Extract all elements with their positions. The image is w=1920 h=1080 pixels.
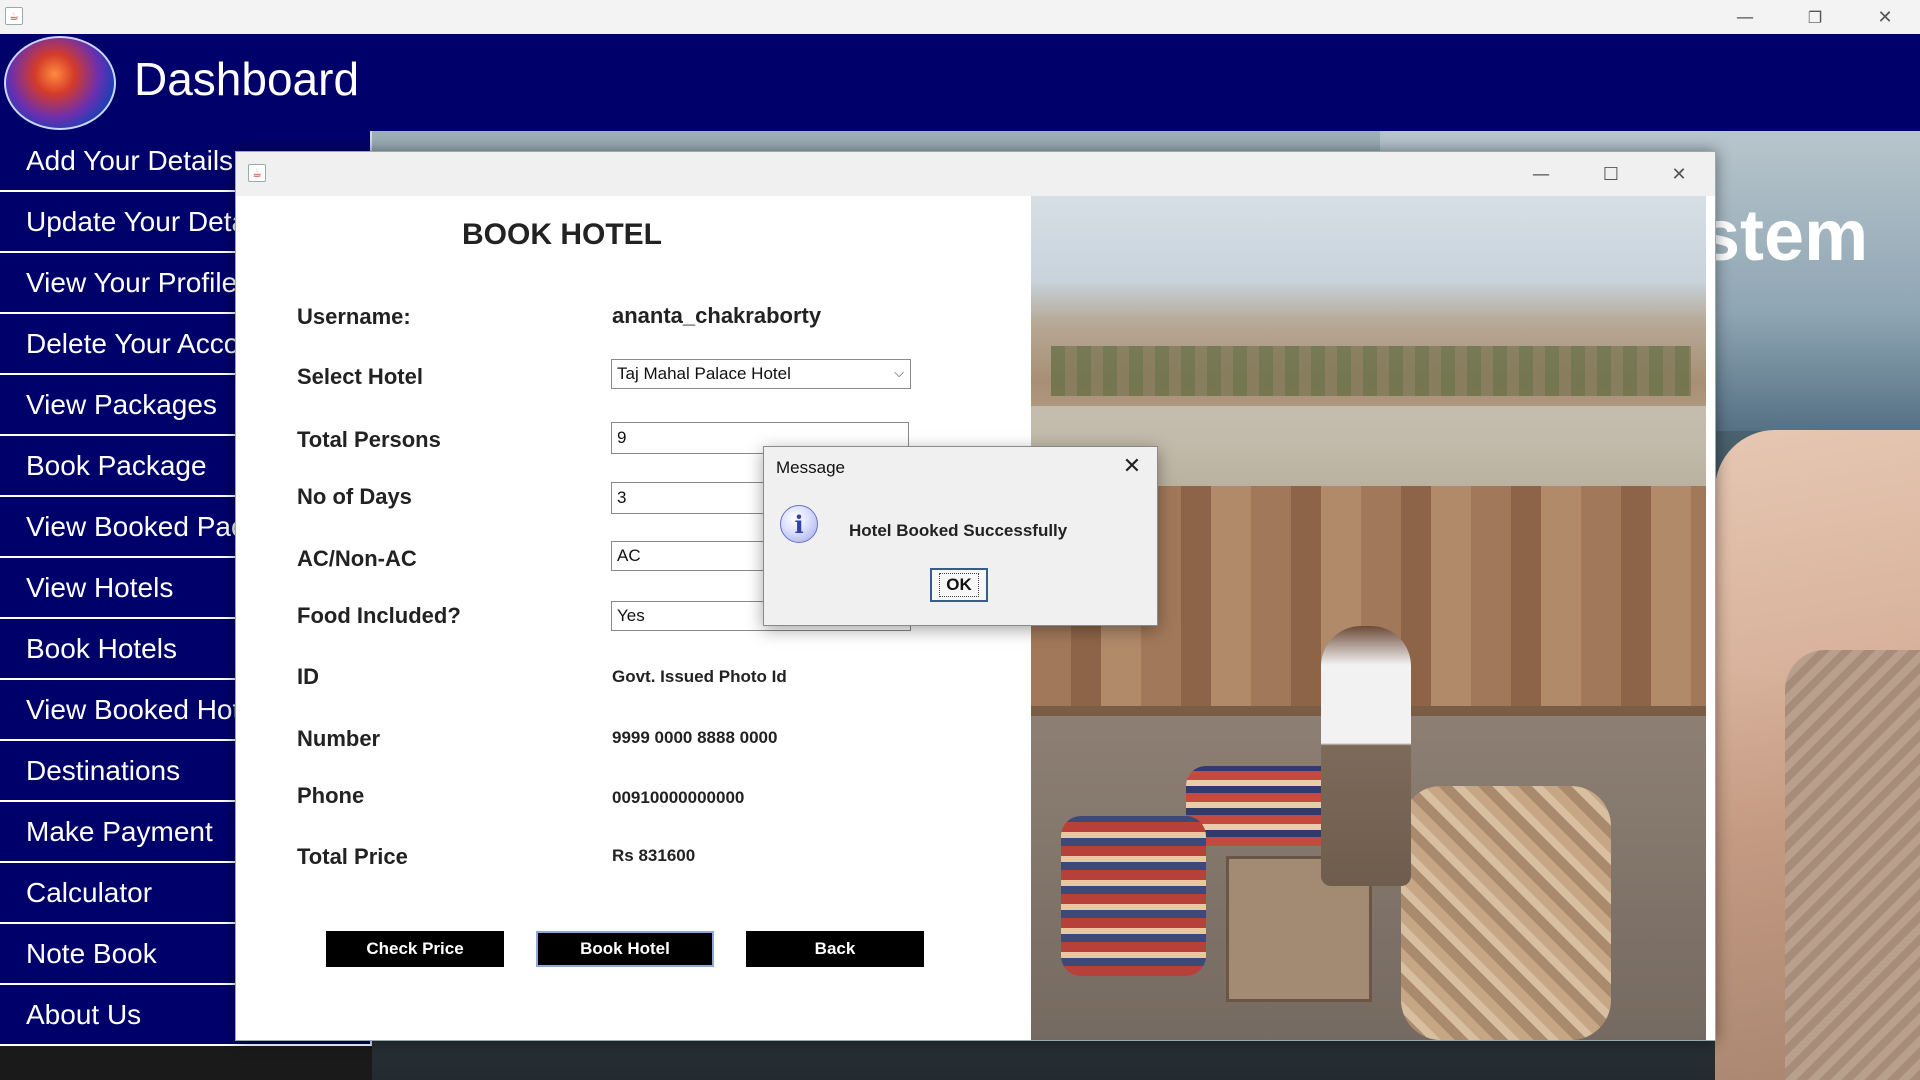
id-value: Govt. Issued Photo Id: [612, 667, 787, 686]
background-sleeve: [1785, 650, 1920, 1080]
dialog-close-button[interactable]: ✕: [1644, 156, 1714, 192]
photo-person: [1321, 626, 1411, 886]
restore-button[interactable]: ❐: [1780, 0, 1850, 34]
form-title: BOOK HOTEL: [462, 218, 662, 251]
dialog-titlebar: [236, 152, 1715, 196]
java-app-icon: ☕: [5, 7, 23, 25]
ac-select-value: AC: [617, 546, 641, 565]
total-persons-label: Total Persons: [297, 427, 441, 452]
photo-cushion: [1401, 786, 1611, 1040]
message-dialog: Message ✕ i Hotel Booked Successfully OK: [763, 446, 1158, 626]
ok-button-label: OK: [939, 573, 979, 597]
background-caption: stem: [1700, 196, 1869, 276]
hotel-select-value: Taj Mahal Palace Hotel: [617, 364, 791, 383]
outer-window-titlebar: ☕ — ❐ ✕: [0, 0, 1920, 34]
total-price-value: Rs 831600: [612, 846, 696, 865]
app-logo: [4, 36, 116, 130]
dialog-minimize-button[interactable]: —: [1506, 156, 1576, 192]
dashboard-header: Dashboard: [0, 34, 1920, 131]
back-button[interactable]: Back: [746, 931, 924, 967]
message-text: Hotel Booked Successfully: [849, 521, 1068, 540]
id-label: ID: [297, 664, 319, 689]
java-app-icon: ☕: [248, 164, 266, 182]
page-title: Dashboard: [134, 53, 360, 105]
hotel-select[interactable]: Taj Mahal Palace Hotel ⌵: [611, 359, 911, 389]
username-label: Username:: [297, 304, 411, 329]
number-label: Number: [297, 726, 381, 751]
book-hotel-button[interactable]: Book Hotel: [536, 931, 714, 967]
dialog-maximize-button[interactable]: ☐: [1576, 156, 1646, 192]
close-button[interactable]: ✕: [1850, 0, 1920, 34]
close-icon[interactable]: ✕: [1117, 451, 1147, 481]
no-of-days-label: No of Days: [297, 484, 412, 509]
food-label: Food Included?: [297, 603, 461, 628]
phone-label: Phone: [297, 783, 365, 808]
chevron-down-icon: ⌵: [894, 366, 904, 381]
food-select-value: Yes: [617, 606, 645, 625]
ok-button[interactable]: OK: [930, 568, 988, 602]
photo-vegetation: [1051, 346, 1691, 396]
total-price-label: Total Price: [297, 844, 408, 869]
phone-value: 00910000000000: [612, 788, 745, 807]
number-value: 9999 0000 8888 0000: [612, 728, 778, 747]
information-icon: i: [780, 505, 818, 543]
check-price-button[interactable]: Check Price: [326, 931, 504, 967]
photo-cushion: [1061, 816, 1206, 976]
select-hotel-label: Select Hotel: [297, 364, 423, 389]
username-value: ananta_chakraborty: [612, 303, 822, 328]
ac-label: AC/Non-AC: [297, 546, 417, 571]
message-title: Message: [776, 458, 845, 477]
minimize-button[interactable]: —: [1710, 0, 1780, 34]
